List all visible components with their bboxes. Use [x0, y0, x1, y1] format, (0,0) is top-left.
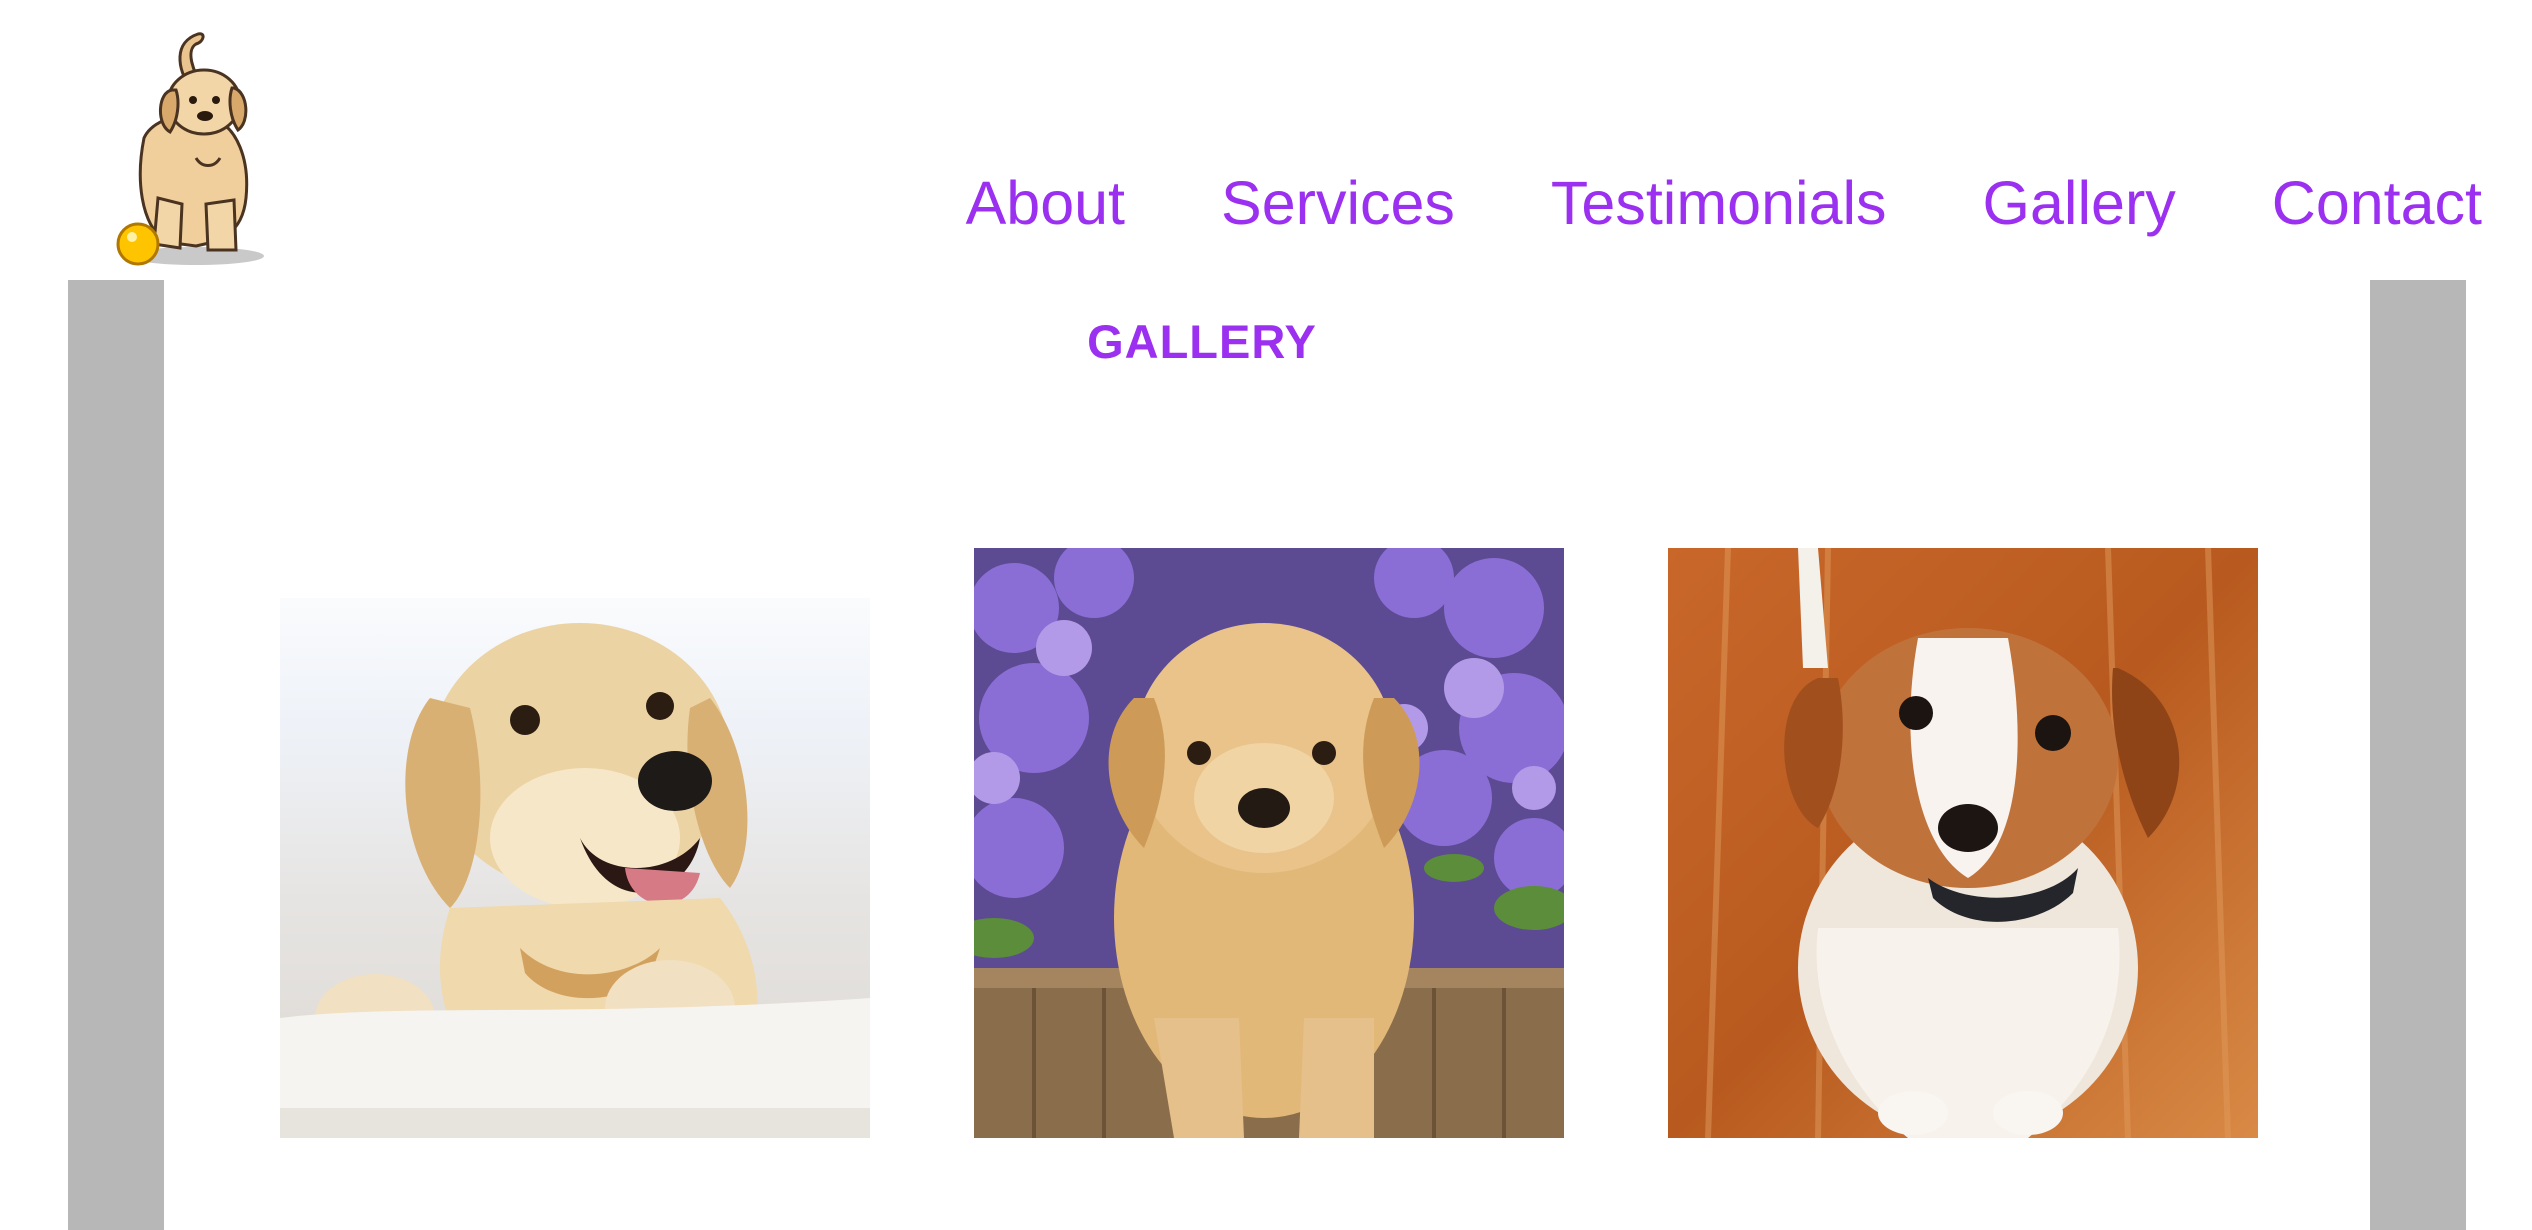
main-nav: About Services Testimonials Gallery Cont… — [966, 168, 2482, 238]
puppy-photo-image — [280, 548, 870, 1138]
puppy-photo-image — [1668, 548, 2258, 1138]
nav-gallery[interactable]: Gallery — [1983, 172, 2176, 234]
nav-services[interactable]: Services — [1221, 172, 1455, 234]
puppy-with-ball-icon — [116, 32, 264, 266]
site-logo[interactable] — [96, 28, 276, 268]
nav-contact[interactable]: Contact — [2272, 172, 2482, 234]
gallery-photo-1[interactable] — [280, 548, 870, 1138]
gallery-photo-3[interactable] — [1668, 548, 2258, 1138]
right-side-bar — [2370, 280, 2466, 1230]
puppy-photo-image — [974, 548, 1564, 1138]
left-side-bar — [68, 280, 164, 1230]
gallery-title: GALLERY — [1087, 315, 1317, 368]
gallery-photo-2[interactable] — [974, 548, 1564, 1138]
nav-testimonials[interactable]: Testimonials — [1551, 172, 1887, 234]
gallery-section: GALLERY — [68, 280, 2466, 1230]
nav-about[interactable]: About — [966, 172, 1125, 234]
